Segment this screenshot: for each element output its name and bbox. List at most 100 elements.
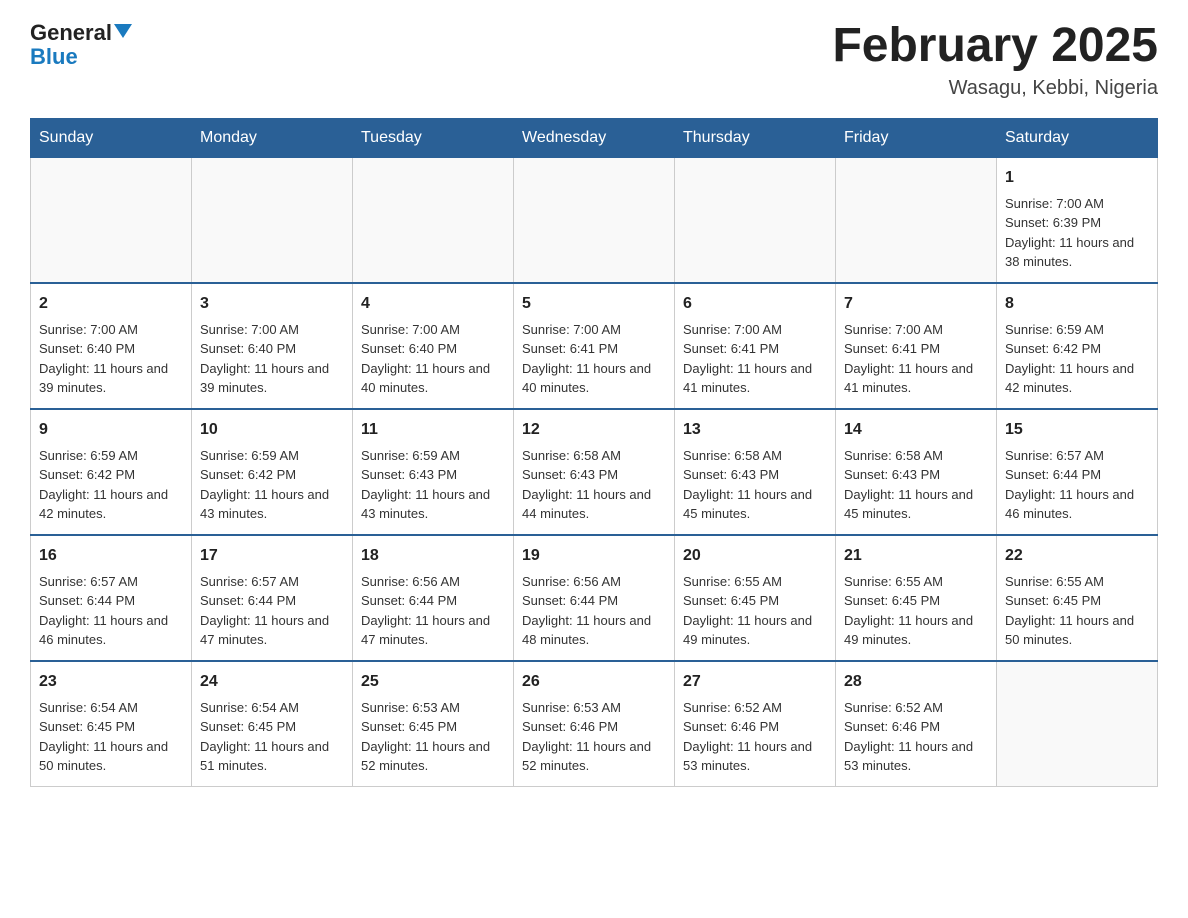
table-row: 1Sunrise: 7:00 AMSunset: 6:39 PMDaylight…	[997, 157, 1158, 283]
sunset-text: Sunset: 6:40 PM	[39, 341, 135, 356]
day-number: 9	[39, 418, 183, 442]
sunrise-text: Sunrise: 6:53 AM	[522, 700, 621, 715]
sunset-text: Sunset: 6:40 PM	[200, 341, 296, 356]
day-number: 8	[1005, 292, 1149, 316]
sunrise-text: Sunrise: 6:57 AM	[39, 574, 138, 589]
table-row: 15Sunrise: 6:57 AMSunset: 6:44 PMDayligh…	[997, 409, 1158, 535]
day-number: 3	[200, 292, 344, 316]
sunset-text: Sunset: 6:41 PM	[844, 341, 940, 356]
sunset-text: Sunset: 6:46 PM	[844, 719, 940, 734]
table-row: 2Sunrise: 7:00 AMSunset: 6:40 PMDaylight…	[31, 283, 192, 409]
col-saturday: Saturday	[997, 118, 1158, 157]
table-row: 21Sunrise: 6:55 AMSunset: 6:45 PMDayligh…	[836, 535, 997, 661]
table-row: 18Sunrise: 6:56 AMSunset: 6:44 PMDayligh…	[353, 535, 514, 661]
sunrise-text: Sunrise: 6:55 AM	[844, 574, 943, 589]
sunset-text: Sunset: 6:40 PM	[361, 341, 457, 356]
sunset-text: Sunset: 6:46 PM	[683, 719, 779, 734]
calendar-week-row: 1Sunrise: 7:00 AMSunset: 6:39 PMDaylight…	[31, 157, 1158, 283]
sunset-text: Sunset: 6:41 PM	[683, 341, 779, 356]
table-row: 4 Sunrise: 7:00 AM Sunset: 6:40 PM Daylight…	[353, 283, 514, 409]
daylight-text: Daylight: 11 hours and 39 minutes.	[200, 361, 329, 396]
calendar-week-row: 16Sunrise: 6:57 AMSunset: 6:44 PMDayligh…	[31, 535, 1158, 661]
sunrise-text: Sunrise: 6:56 AM	[361, 574, 460, 589]
daylight-text: Daylight: 11 hours and 48 minutes.	[522, 613, 651, 648]
table-row: 6Sunrise: 7:00 AMSunset: 6:41 PMDaylight…	[675, 283, 836, 409]
table-row	[192, 157, 353, 283]
sunrise-text: Sunrise: 6:55 AM	[683, 574, 782, 589]
table-row: 5Sunrise: 7:00 AMSunset: 6:41 PMDaylight…	[514, 283, 675, 409]
sunset-text: Sunset: 6:44 PM	[522, 593, 618, 608]
daylight-text: Daylight: 11 hours and 45 minutes.	[844, 487, 973, 522]
sunset-text: Sunset: 6:42 PM	[39, 467, 135, 482]
sunrise-text: Sunrise: 6:59 AM	[361, 448, 460, 463]
day-number: 12	[522, 418, 666, 442]
day-number: 15	[1005, 418, 1149, 442]
calendar-table: Sunday Monday Tuesday Wednesday Thursday…	[30, 118, 1158, 787]
day-number: 22	[1005, 544, 1149, 568]
daylight-text: Daylight: 11 hours and 50 minutes.	[39, 739, 168, 774]
sunrise-text: Sunrise: 6:53 AM	[361, 700, 460, 715]
sunrise-text: Sunrise: 6:54 AM	[200, 700, 299, 715]
daylight-text: Daylight: 11 hours and 40 minutes.	[361, 361, 490, 396]
day-number: 28	[844, 670, 988, 694]
sunset-text: Sunset: 6:45 PM	[683, 593, 779, 608]
table-row: 7Sunrise: 7:00 AMSunset: 6:41 PMDaylight…	[836, 283, 997, 409]
col-thursday: Thursday	[675, 118, 836, 157]
daylight-text: Daylight: 11 hours and 47 minutes.	[361, 613, 490, 648]
page-header: General Blue February 2025 Wasagu, Kebbi…	[30, 20, 1158, 100]
daylight-text: Daylight: 11 hours and 49 minutes.	[683, 613, 812, 648]
table-row	[31, 157, 192, 283]
table-row	[836, 157, 997, 283]
daylight-text: Daylight: 11 hours and 41 minutes.	[683, 361, 812, 396]
sunset-text: Sunset: 6:43 PM	[844, 467, 940, 482]
table-row: 19Sunrise: 6:56 AMSunset: 6:44 PMDayligh…	[514, 535, 675, 661]
sunrise-text: Sunrise: 6:52 AM	[683, 700, 782, 715]
daylight-text: Daylight: 11 hours and 51 minutes.	[200, 739, 329, 774]
col-friday: Friday	[836, 118, 997, 157]
col-wednesday: Wednesday	[514, 118, 675, 157]
sunrise-text: Sunrise: 7:00 AM	[200, 322, 299, 337]
table-row: 24Sunrise: 6:54 AMSunset: 6:45 PMDayligh…	[192, 661, 353, 787]
sunrise-text: Sunrise: 7:00 AM	[683, 322, 782, 337]
logo: General Blue	[30, 20, 132, 68]
table-row	[353, 157, 514, 283]
daylight-text: Daylight: 11 hours and 42 minutes.	[39, 487, 168, 522]
day-number: 20	[683, 544, 827, 568]
sunset-text: Sunset: 6:45 PM	[844, 593, 940, 608]
day-number: 25	[361, 670, 505, 694]
sunrise-text: Sunrise: 7:00 AM	[361, 322, 460, 337]
table-row	[514, 157, 675, 283]
day-number: 10	[200, 418, 344, 442]
day-number: 18	[361, 544, 505, 568]
sunrise-text: Sunrise: 6:57 AM	[1005, 448, 1104, 463]
calendar-week-row: 9 Sunrise: 6:59 AM Sunset: 6:42 PM Daylight…	[31, 409, 1158, 535]
day-number: 23	[39, 670, 183, 694]
daylight-text: Daylight: 11 hours and 43 minutes.	[361, 487, 490, 522]
daylight-text: Daylight: 11 hours and 53 minutes.	[683, 739, 812, 774]
daylight-text: Daylight: 11 hours and 45 minutes.	[683, 487, 812, 522]
table-row: 25Sunrise: 6:53 AMSunset: 6:45 PMDayligh…	[353, 661, 514, 787]
sunrise-text: Sunrise: 6:59 AM	[200, 448, 299, 463]
day-number: 13	[683, 418, 827, 442]
sunrise-text: Sunrise: 6:56 AM	[522, 574, 621, 589]
calendar-week-row: 2 Sunrise: 7:00 AM Sunset: 6:40 PM Daylight…	[31, 283, 1158, 409]
sunset-text: Sunset: 6:43 PM	[361, 467, 457, 482]
sunrise-text: Sunrise: 6:54 AM	[39, 700, 138, 715]
daylight-text: Daylight: 11 hours and 44 minutes.	[522, 487, 651, 522]
daylight-text: Daylight: 11 hours and 52 minutes.	[361, 739, 490, 774]
sunset-text: Sunset: 6:43 PM	[522, 467, 618, 482]
day-number: 4	[361, 292, 505, 316]
day-number: 24	[200, 670, 344, 694]
table-row: 12Sunrise: 6:58 AMSunset: 6:43 PMDayligh…	[514, 409, 675, 535]
sunset-text: Sunset: 6:39 PM	[1005, 215, 1101, 230]
daylight-text: Daylight: 11 hours and 41 minutes.	[844, 361, 973, 396]
sunrise-text: Sunrise: 6:52 AM	[844, 700, 943, 715]
sunrise-text: Sunrise: 6:58 AM	[683, 448, 782, 463]
daylight-text: Daylight: 11 hours and 38 minutes.	[1005, 235, 1134, 270]
day-number: 17	[200, 544, 344, 568]
sunrise-text: Sunrise: 6:55 AM	[1005, 574, 1104, 589]
day-number: 2	[39, 292, 183, 316]
table-row	[675, 157, 836, 283]
table-row: 17Sunrise: 6:57 AMSunset: 6:44 PMDayligh…	[192, 535, 353, 661]
table-row: 13Sunrise: 6:58 AMSunset: 6:43 PMDayligh…	[675, 409, 836, 535]
